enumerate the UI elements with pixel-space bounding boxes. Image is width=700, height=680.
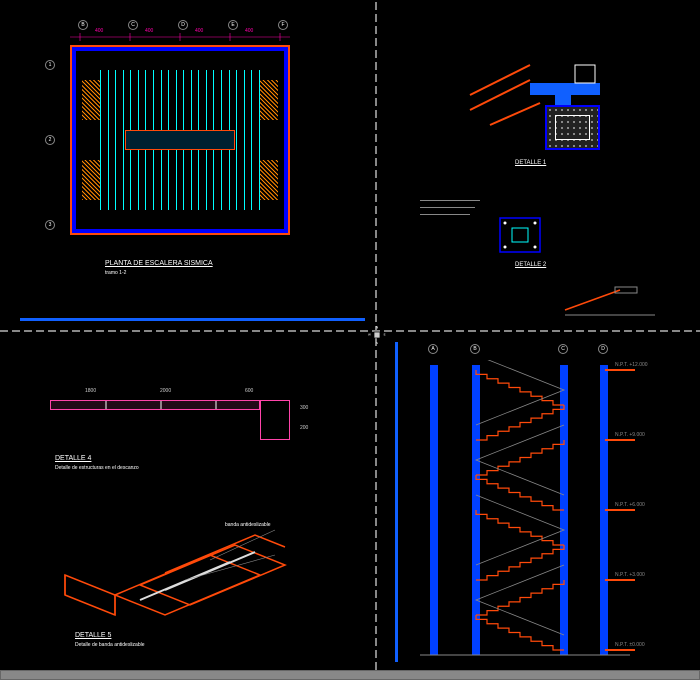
grid-label: 2 (45, 135, 55, 145)
dim-value: 400 (95, 28, 103, 34)
grid-label: C (558, 344, 568, 354)
grid-label: C (128, 20, 138, 30)
beam-span (50, 400, 260, 410)
level-label: N.P.T. +3.000 (615, 572, 645, 578)
plan-title: PLANTA DE ESCALERA SISMICA (105, 260, 213, 267)
level-label: N.P.T. +12.000 (615, 362, 648, 368)
svg-text:W: W (368, 333, 371, 337)
dim-value: 1800 (85, 388, 96, 394)
scrollbar-bottom[interactable] (0, 670, 700, 680)
grid-label: B (78, 20, 88, 30)
detalle-4 (50, 400, 290, 420)
detalle4-title: DETALLE 4 (55, 455, 91, 462)
blueline-plan (20, 318, 365, 321)
dim-value: 600 (245, 388, 253, 394)
detalle-5: banda antideslizable (60, 500, 290, 630)
plan-view (70, 45, 290, 235)
grid-label: E (228, 20, 238, 30)
detalle5-title: DETALLE 5 (75, 632, 111, 639)
grid-label: 3 (45, 220, 55, 230)
grid-label: D (178, 20, 188, 30)
dim-value: 2000 (160, 388, 171, 394)
grid-label: 1 (45, 60, 55, 70)
dim-value: 400 (245, 28, 253, 34)
dim-value: 300 (300, 405, 308, 411)
detalle5-subtitle: Detalle de banda antideslizable (75, 642, 145, 648)
foundation-block (545, 105, 600, 150)
level-label: N.P.T. ±0.000 (615, 642, 645, 648)
grid-label: D (598, 344, 608, 354)
column-hatch (260, 80, 278, 120)
blueline-elev (395, 342, 398, 662)
column-hatch (82, 80, 100, 120)
detalle2-title: DETALLE 2 (515, 262, 546, 268)
dim-value: 400 (195, 28, 203, 34)
plan-central-landing (125, 130, 235, 150)
slope-detail (560, 285, 660, 320)
detalle-2 (490, 210, 550, 262)
compass-n: N (376, 326, 379, 330)
compass: N E S W (367, 325, 387, 345)
column-hatch (260, 160, 278, 200)
stair-elevation: ABCD N.P.T. +12.000N.P.T. +9.000N.P.T. +… (420, 360, 650, 660)
band-label-1: banda antideslizable (225, 522, 271, 528)
svg-text:E: E (384, 333, 386, 337)
grid-label: B (470, 344, 480, 354)
grid-label: F (278, 20, 288, 30)
detalle4-subtitle: Detalle de estructuras en el descanzo (55, 465, 139, 471)
dim-value: 400 (145, 28, 153, 34)
divider-horizontal (0, 330, 700, 332)
beam-stub (260, 400, 290, 440)
detalle1-title: DETALLE 1 (515, 160, 546, 166)
grid-label: A (428, 344, 438, 354)
level-label: N.P.T. +9.000 (615, 432, 645, 438)
level-label: N.P.T. +6.000 (615, 502, 645, 508)
column-hatch (82, 160, 100, 200)
dim-value: 200 (300, 425, 308, 431)
plan-subtitle: tramo 1-2 (105, 270, 126, 276)
svg-text:S: S (376, 341, 378, 345)
detalle2-leaders (420, 200, 480, 215)
detalle-1 (460, 55, 620, 167)
